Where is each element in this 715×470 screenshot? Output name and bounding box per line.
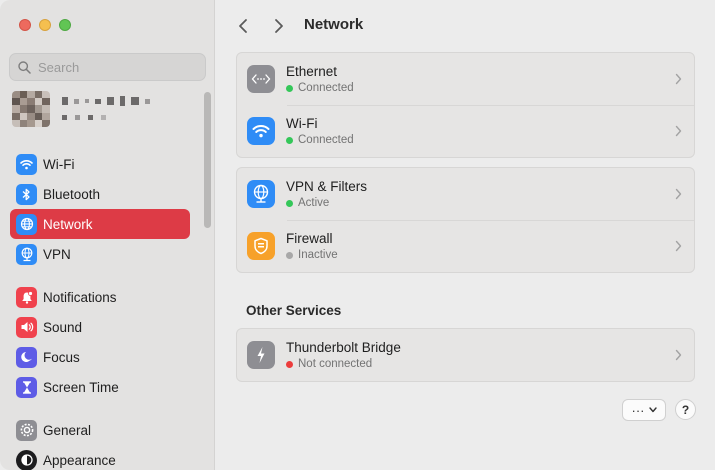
minimize-window-button[interactable] (39, 19, 51, 31)
sidebar-item-label: Notifications (43, 289, 117, 305)
row-wifi[interactable]: Wi-Fi Connected (237, 105, 694, 157)
chevron-right-icon (275, 19, 283, 33)
sidebar-item-label: General (43, 422, 92, 438)
page-title: Network (304, 16, 364, 33)
status-dot (286, 136, 293, 144)
search-icon (18, 60, 31, 74)
row-vpn-filters[interactable]: VPN & Filters Active (237, 168, 694, 220)
search-placeholder: Search (38, 59, 80, 75)
connections-group: Ethernet Connected Wi-Fi Connected (236, 52, 695, 158)
status-text: Inactive (286, 249, 338, 261)
status-dot (286, 251, 293, 259)
apple-account[interactable] (12, 91, 192, 127)
wifi-icon (16, 153, 37, 175)
sidebar-item-label: Focus (43, 349, 80, 365)
chevron-right-icon (675, 73, 682, 85)
vpn-firewall-group: VPN & Filters Active Firewall Inactive (236, 167, 695, 273)
sidebar-item-network[interactable]: Network (10, 209, 190, 239)
settings-window: Search Wi-Fi Bluetooth Network VPN Notif… (0, 0, 715, 470)
window-controls (19, 19, 71, 31)
thunderbolt-icon (247, 341, 275, 369)
moon-icon (16, 346, 37, 368)
chevron-right-icon (675, 240, 682, 252)
sidebar-item-label: Wi-Fi (43, 156, 75, 172)
chevron-left-icon (239, 19, 247, 33)
firewall-shield-icon (247, 232, 275, 260)
appearance-icon (16, 449, 37, 470)
sidebar-item-label: Network (43, 216, 93, 232)
bell-icon (16, 286, 37, 308)
other-services-group: Thunderbolt Bridge Not connected (236, 328, 695, 382)
speaker-icon (16, 316, 37, 338)
chevron-right-icon (675, 349, 682, 361)
sidebar-item-wifi[interactable]: Wi-Fi (10, 149, 190, 179)
sidebar-item-bluetooth[interactable]: Bluetooth (10, 179, 190, 209)
row-title: Wi-Fi (286, 116, 318, 131)
row-title: VPN & Filters (286, 179, 368, 194)
sidebar-item-label: Sound (43, 319, 83, 335)
account-name-redacted (62, 96, 150, 106)
row-title: Firewall (286, 231, 333, 246)
forward-button[interactable] (268, 14, 290, 38)
status-label: Connected (298, 134, 354, 146)
sidebar: Search Wi-Fi Bluetooth Network VPN Notif… (0, 0, 215, 470)
status-label: Connected (298, 82, 354, 94)
wifi-icon (247, 117, 275, 145)
status-label: Active (298, 197, 330, 209)
sidebar-item-notifications[interactable]: Notifications (10, 282, 190, 312)
sidebar-item-general[interactable]: General (10, 415, 190, 445)
vpn-globe-icon (16, 243, 37, 265)
zoom-window-button[interactable] (59, 19, 71, 31)
sidebar-item-screen-time[interactable]: Screen Time (10, 372, 190, 402)
status-dot (286, 84, 293, 92)
bluetooth-icon (16, 183, 37, 205)
sidebar-item-label: Screen Time (43, 379, 119, 395)
globe-icon (16, 213, 37, 235)
row-firewall[interactable]: Firewall Inactive (237, 220, 694, 272)
status-dot (286, 360, 293, 368)
status-text: Connected (286, 134, 354, 146)
sidebar-scrollbar[interactable] (204, 92, 211, 228)
gear-icon (16, 419, 37, 441)
row-title: Ethernet (286, 64, 338, 79)
status-label: Inactive (298, 249, 338, 261)
search-field[interactable]: Search (9, 53, 206, 81)
hourglass-icon (16, 376, 37, 398)
chevron-right-icon (675, 188, 682, 200)
status-text: Active (286, 197, 367, 209)
main-pane: Network Ethernet Connected Wi-Fi Connect… (216, 0, 715, 470)
more-icon: ··· (631, 402, 645, 418)
row-ethernet[interactable]: Ethernet Connected (237, 53, 694, 105)
row-thunderbolt-bridge[interactable]: Thunderbolt Bridge Not connected (237, 329, 694, 381)
status-dot (286, 199, 293, 207)
vpn-globe-icon (247, 180, 275, 208)
sidebar-item-label: Appearance (43, 452, 116, 468)
sidebar-item-focus[interactable]: Focus (10, 342, 190, 372)
sidebar-item-label: Bluetooth (43, 186, 101, 202)
sidebar-item-sound[interactable]: Sound (10, 312, 190, 342)
sidebar-item-appearance[interactable]: Appearance (10, 445, 190, 470)
account-subtitle-redacted (62, 115, 106, 120)
sidebar-item-label: VPN (43, 246, 71, 262)
back-button[interactable] (232, 14, 254, 38)
row-title: Thunderbolt Bridge (286, 340, 401, 355)
more-actions-button[interactable]: ··· (622, 399, 666, 421)
status-text: Not connected (286, 358, 401, 370)
section-title-other-services: Other Services (246, 303, 342, 318)
status-text: Connected (286, 82, 354, 94)
ethernet-icon (247, 65, 275, 93)
chevron-right-icon (675, 125, 682, 137)
help-button[interactable]: ? (675, 399, 696, 420)
avatar (12, 91, 50, 127)
chevron-down-icon (648, 407, 657, 413)
status-label: Not connected (298, 358, 373, 370)
sidebar-item-vpn[interactable]: VPN (10, 239, 190, 269)
close-window-button[interactable] (19, 19, 31, 31)
